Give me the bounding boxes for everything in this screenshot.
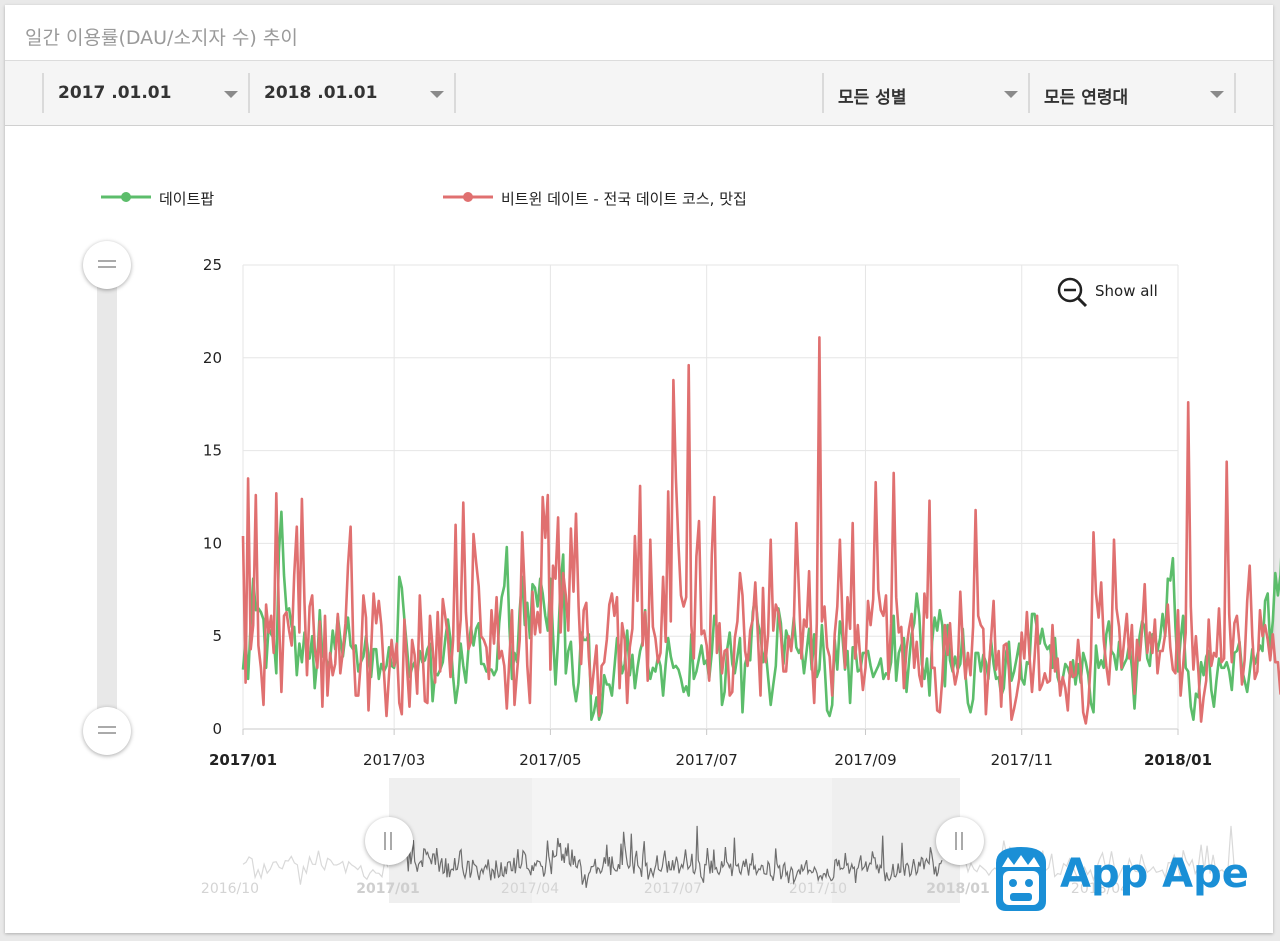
grip-icon xyxy=(384,832,392,850)
y-tick-label: 10 xyxy=(203,534,222,552)
navigator-tick-label: 2017/07 xyxy=(644,881,702,897)
x-tick-label: 2017/09 xyxy=(834,751,896,769)
x-tick-label: 2018/01 xyxy=(1144,751,1212,769)
x-tick-label: 2017/03 xyxy=(363,751,425,769)
navigator-left-handle[interactable] xyxy=(365,817,413,865)
navigator-tick-label: 2017/01 xyxy=(356,881,420,897)
logo-text: App Ape xyxy=(1060,851,1249,897)
y-tick-label: 0 xyxy=(212,720,222,738)
app-ape-logo: App Ape xyxy=(990,843,1250,913)
x-tick-label: 2017/01 xyxy=(209,751,277,769)
zoom-out-icon xyxy=(1057,277,1088,308)
y-tick-label: 25 xyxy=(203,256,222,274)
y-tick-label: 15 xyxy=(203,442,222,460)
navigator-outside-left-line xyxy=(242,850,389,885)
ape-mascot-icon xyxy=(996,847,1046,911)
navigator-tick-label: 2018/01 xyxy=(926,881,990,897)
line-chart: 0 5 10 15 20 25 2017/01 2017/03 2017/05 2017/07 2… xyxy=(201,256,1280,903)
y-tick-label: 20 xyxy=(203,349,222,367)
x-tick-label: 2017/05 xyxy=(519,751,581,769)
y-tick-label: 5 xyxy=(212,627,222,645)
navigator-tick-label: 2017/04 xyxy=(501,881,559,897)
show-all-label: Show all xyxy=(1095,282,1158,300)
navigator-tick-label: 2017/10 xyxy=(789,881,847,897)
x-tick-label: 2017/11 xyxy=(991,751,1053,769)
grip-icon xyxy=(955,832,963,850)
navigator-tick-label: 2016/10 xyxy=(201,881,259,897)
navigator-right-handle[interactable] xyxy=(936,817,984,865)
show-all-button[interactable]: Show all xyxy=(1056,276,1158,308)
x-tick-label: 2017/07 xyxy=(675,751,737,769)
